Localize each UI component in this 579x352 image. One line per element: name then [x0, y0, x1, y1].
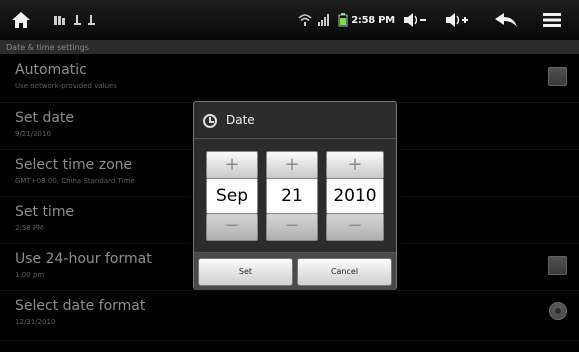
signal-icon — [315, 0, 333, 40]
year-field[interactable]: 2010 — [326, 179, 384, 213]
year-decrement-button[interactable]: − — [326, 213, 384, 241]
set-button[interactable]: Set — [198, 258, 293, 286]
dialog-title: Date — [226, 113, 255, 127]
section-header: Date & time settings — [0, 41, 579, 54]
status-bar: 2:58 PM — [0, 0, 579, 41]
volume-down-icon[interactable] — [398, 0, 432, 40]
status-clock: 2:58 PM — [351, 14, 395, 26]
month-picker: + Sep − — [206, 151, 258, 241]
clock-icon — [203, 114, 217, 128]
home-icon[interactable] — [4, 0, 38, 40]
month-increment-button[interactable]: + — [206, 151, 258, 179]
volume-up-icon[interactable] — [440, 0, 474, 40]
dialog-button-bar: Set Cancel — [194, 252, 396, 290]
year-picker: + 2010 − — [326, 151, 384, 241]
cancel-button[interactable]: Cancel — [297, 258, 392, 286]
day-increment-button[interactable]: + — [266, 151, 318, 179]
back-icon[interactable] — [488, 0, 524, 40]
wifi-icon — [296, 0, 314, 40]
month-decrement-button[interactable]: − — [206, 213, 258, 241]
month-field[interactable]: Sep — [206, 179, 258, 213]
date-dialog: Date + Sep − + 21 − + 2010 − Set Cancel — [193, 101, 397, 290]
menu-icon[interactable] — [534, 0, 570, 40]
year-increment-button[interactable]: + — [326, 151, 384, 179]
battery-icon — [336, 0, 350, 40]
notification-icons — [52, 0, 122, 40]
day-field[interactable]: 21 — [266, 179, 318, 213]
dialog-titlebar: Date — [194, 102, 396, 139]
day-picker: + 21 − — [266, 151, 318, 241]
day-decrement-button[interactable]: − — [266, 213, 318, 241]
